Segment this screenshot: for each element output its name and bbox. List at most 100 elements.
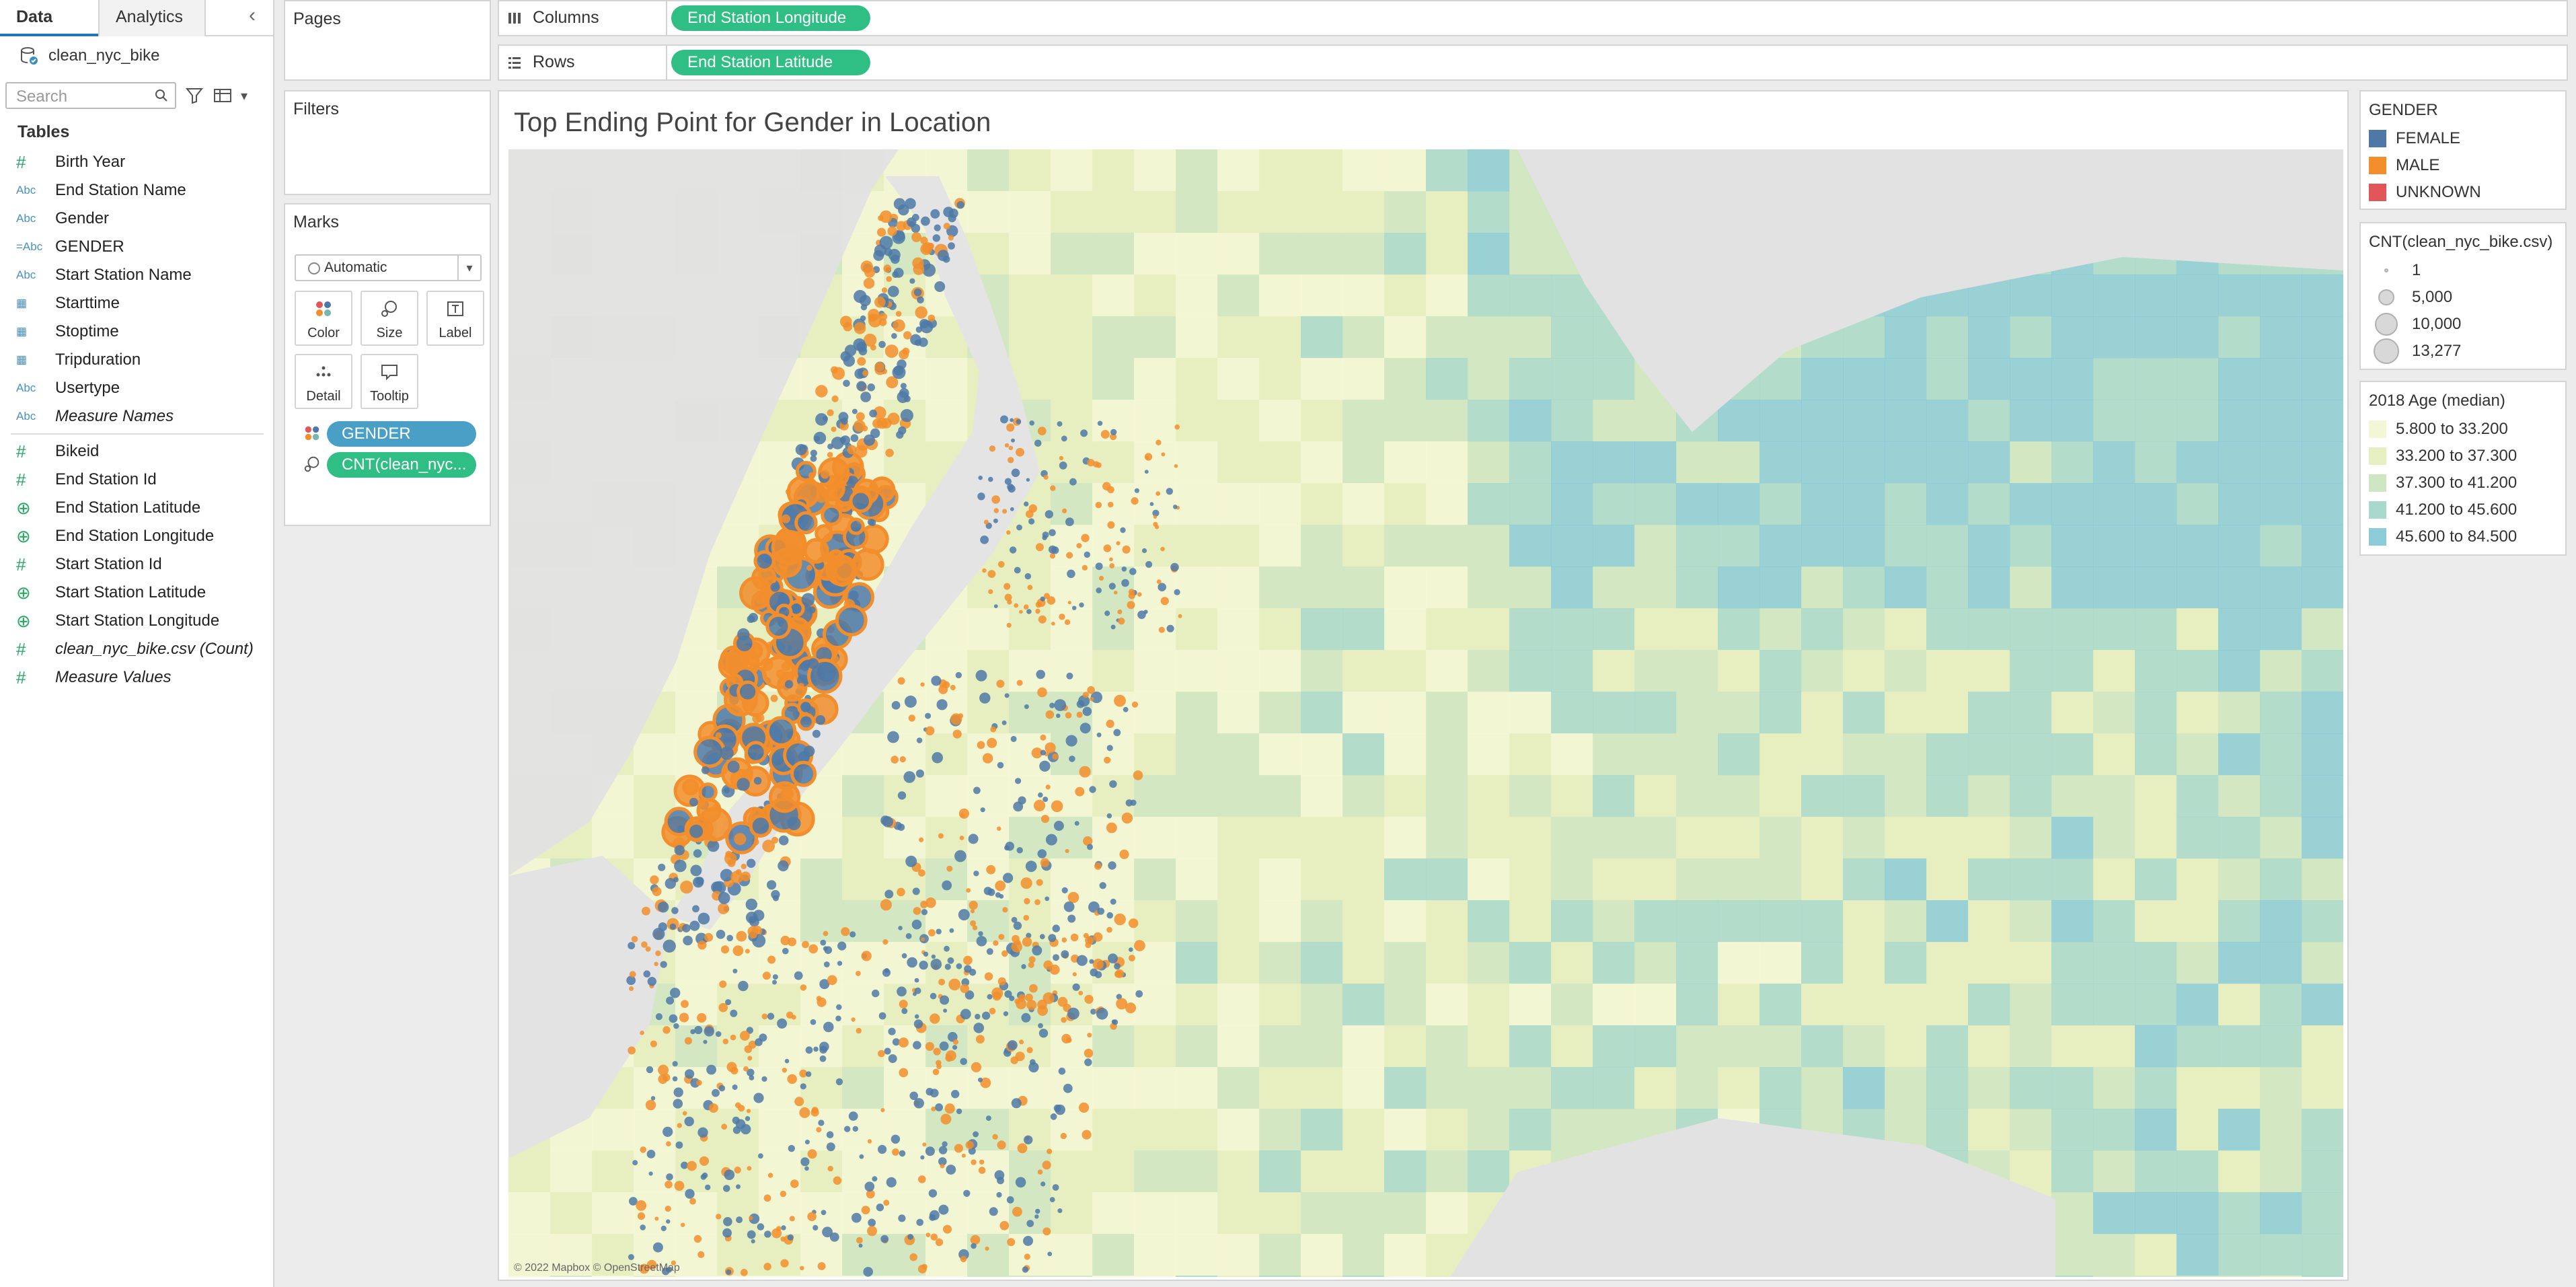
- station-mark[interactable]: [1019, 1039, 1024, 1045]
- station-mark[interactable]: [1038, 1029, 1049, 1038]
- station-mark[interactable]: [925, 1041, 934, 1051]
- station-mark[interactable]: [677, 1123, 682, 1128]
- legend-item[interactable]: 41.200 to 45.600: [2361, 497, 2565, 523]
- station-mark[interactable]: [763, 1194, 771, 1202]
- station-mark[interactable]: [815, 715, 826, 725]
- station-mark[interactable]: [909, 1253, 917, 1261]
- station-mark[interactable]: [878, 1144, 887, 1154]
- station-mark[interactable]: [1004, 443, 1010, 448]
- station-mark[interactable]: [693, 849, 702, 858]
- station-mark[interactable]: [1133, 770, 1143, 780]
- station-mark[interactable]: [666, 1141, 671, 1146]
- station-mark[interactable]: [1022, 936, 1032, 947]
- station-mark[interactable]: [1144, 453, 1153, 461]
- station-mark[interactable]: [1051, 800, 1063, 813]
- station-mark[interactable]: [797, 712, 815, 731]
- station-mark[interactable]: [901, 1008, 908, 1015]
- station-mark[interactable]: [1061, 1017, 1067, 1023]
- station-mark[interactable]: [943, 1224, 952, 1234]
- station-mark[interactable]: [976, 936, 987, 947]
- station-mark[interactable]: [1129, 918, 1139, 928]
- station-mark[interactable]: [1049, 1197, 1055, 1202]
- station-mark[interactable]: [1016, 679, 1023, 686]
- station-mark[interactable]: [968, 834, 979, 844]
- station-mark[interactable]: [983, 887, 993, 895]
- station-mark[interactable]: [773, 895, 779, 902]
- station-mark[interactable]: [1106, 813, 1112, 819]
- station-mark[interactable]: [1024, 1135, 1033, 1145]
- station-mark[interactable]: [736, 680, 759, 703]
- station-mark[interactable]: [914, 978, 919, 983]
- station-mark[interactable]: [1081, 534, 1090, 542]
- station-mark[interactable]: [737, 628, 750, 641]
- station-mark[interactable]: [919, 319, 930, 329]
- station-mark[interactable]: [835, 1078, 843, 1086]
- station-mark[interactable]: [1047, 1251, 1053, 1257]
- station-mark[interactable]: [1024, 1253, 1030, 1260]
- station-mark[interactable]: [942, 1141, 948, 1147]
- station-mark[interactable]: [1054, 699, 1067, 711]
- station-mark[interactable]: [1045, 896, 1050, 902]
- station-mark[interactable]: [1035, 608, 1040, 614]
- station-mark[interactable]: [980, 536, 989, 544]
- station-mark[interactable]: [899, 1150, 906, 1157]
- station-mark[interactable]: [873, 250, 884, 261]
- station-mark[interactable]: [899, 388, 909, 398]
- station-mark[interactable]: [1053, 954, 1059, 961]
- station-mark[interactable]: [1039, 760, 1051, 772]
- station-mark[interactable]: [1009, 546, 1017, 554]
- station-mark[interactable]: [978, 475, 983, 480]
- station-mark[interactable]: [722, 1038, 729, 1045]
- station-mark[interactable]: [660, 1225, 667, 1231]
- station-mark[interactable]: [732, 968, 738, 973]
- station-mark[interactable]: [654, 1216, 659, 1221]
- size-button[interactable]: Size: [361, 291, 418, 346]
- map-canvas[interactable]: [508, 149, 2343, 1277]
- station-mark[interactable]: [1018, 994, 1026, 1002]
- station-mark[interactable]: [758, 1153, 763, 1159]
- station-mark[interactable]: [693, 1235, 702, 1243]
- field-item[interactable]: # Measure Values: [0, 663, 273, 692]
- station-mark[interactable]: [734, 1102, 741, 1109]
- station-mark[interactable]: [734, 833, 747, 846]
- station-mark[interactable]: [1033, 799, 1046, 811]
- station-mark[interactable]: [1110, 624, 1116, 630]
- station-mark[interactable]: [880, 1235, 889, 1243]
- station-mark[interactable]: [790, 760, 817, 787]
- station-mark[interactable]: [1002, 907, 1008, 913]
- station-mark[interactable]: [681, 1000, 689, 1008]
- station-mark[interactable]: [629, 971, 636, 978]
- station-mark[interactable]: [789, 1216, 795, 1222]
- station-mark[interactable]: [993, 508, 999, 513]
- color-button[interactable]: Color: [295, 291, 352, 346]
- station-mark[interactable]: [1106, 719, 1114, 728]
- station-mark[interactable]: [1158, 583, 1166, 591]
- station-mark[interactable]: [810, 1019, 817, 1025]
- station-mark[interactable]: [867, 383, 875, 392]
- station-mark[interactable]: [940, 1113, 952, 1125]
- station-mark[interactable]: [999, 1220, 1010, 1230]
- station-mark[interactable]: [1065, 735, 1077, 747]
- station-mark[interactable]: [948, 978, 960, 991]
- station-mark[interactable]: [909, 221, 915, 227]
- station-mark[interactable]: [1118, 618, 1125, 625]
- station-mark[interactable]: [723, 1217, 732, 1226]
- station-mark[interactable]: [648, 1171, 653, 1176]
- station-mark[interactable]: [1024, 573, 1031, 580]
- station-mark[interactable]: [1015, 778, 1022, 784]
- station-mark[interactable]: [1067, 1007, 1079, 1020]
- station-mark[interactable]: [1084, 994, 1094, 1004]
- station-mark[interactable]: [1021, 1013, 1031, 1023]
- station-mark[interactable]: [991, 495, 1000, 504]
- station-mark[interactable]: [970, 920, 977, 926]
- station-mark[interactable]: [720, 945, 730, 954]
- legend-item[interactable]: 1: [2361, 257, 2565, 284]
- station-mark[interactable]: [914, 987, 921, 994]
- station-mark[interactable]: [887, 285, 899, 297]
- station-mark[interactable]: [803, 538, 829, 564]
- station-mark[interactable]: [899, 1000, 908, 1008]
- station-mark[interactable]: [1003, 583, 1011, 590]
- station-mark[interactable]: [697, 1013, 707, 1023]
- station-mark[interactable]: [884, 889, 894, 899]
- station-mark[interactable]: [767, 955, 776, 964]
